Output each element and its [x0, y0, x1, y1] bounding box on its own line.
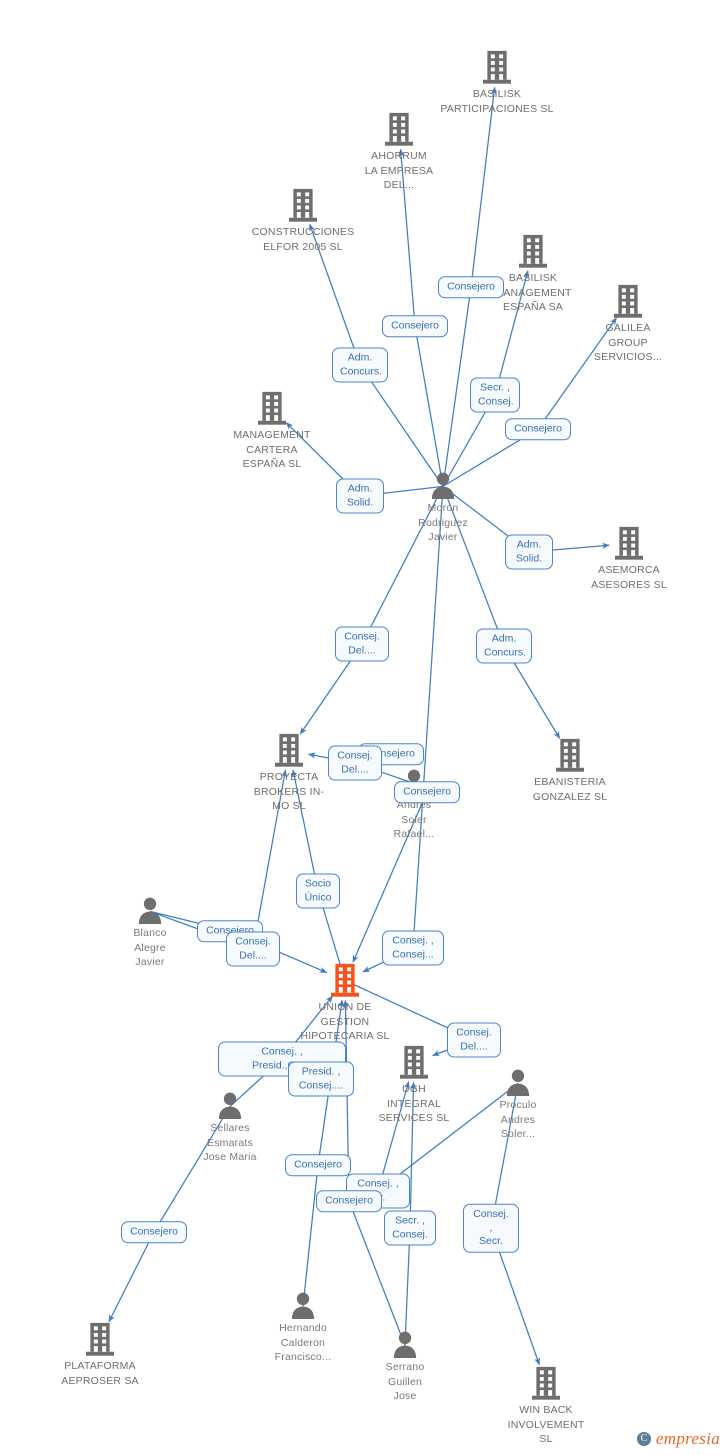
node-label: Proculo Andres Soler... [499, 1099, 537, 1140]
graph-edge [442, 286, 472, 487]
graph-node-galilea[interactable]: GALILEA GROUP SERVICIOS... [568, 284, 688, 365]
building-icon [473, 234, 593, 269]
edge-role-label[interactable]: Adm. Solid. [505, 534, 553, 570]
edge-role-label[interactable]: Adm. Concurs. [476, 628, 532, 664]
edge-role-label[interactable]: Consej. Del.... [226, 931, 280, 967]
edge-role-label[interactable]: Secr. , Consej. [470, 377, 520, 413]
building-icon [285, 963, 405, 998]
empresia-watermark: C empresia [636, 1429, 720, 1449]
edge-role-label[interactable]: Presid. , Consej.... [288, 1061, 354, 1097]
graph-node-basilisk_part[interactable]: BASILISK PARTICIPACIONES SL [437, 50, 557, 116]
edge-role-label[interactable]: Consejero [121, 1221, 187, 1243]
graph-node-mgmt_cartera[interactable]: MANAGEMENT CARTERA ESPAÑA SL [212, 391, 332, 472]
graph-node-plataforma[interactable]: PLATAFORMA AEPROSER SA [40, 1322, 160, 1388]
node-label: Serrano Guillen Jose [385, 1361, 425, 1402]
edge-role-label[interactable]: Consejero [394, 781, 460, 803]
graph-edge [302, 1164, 319, 1307]
node-label: Blanco Alegre Javier [133, 927, 167, 968]
relationship-graph-canvas: BASILISK PARTICIPACIONES SL AHORRUM LA EM… [0, 0, 728, 1455]
graph-node-serrano[interactable]: Serrano Guillen Jose [345, 1330, 465, 1404]
node-label: Moron Rodriguez Javier [418, 502, 468, 543]
edge-role-label[interactable]: Consej. , Secr. [463, 1203, 519, 1253]
copyright-icon: C [636, 1432, 651, 1446]
graph-node-blanco[interactable]: Blanco Alegre Javier [90, 896, 210, 970]
edge-role-label[interactable]: Consej. Del.... [335, 626, 389, 662]
building-icon [437, 50, 557, 85]
person-icon [345, 1330, 465, 1358]
graph-node-construcciones[interactable]: CONSTRUCCIONES ELFOR 2005 SL [243, 188, 363, 254]
node-label: CONSTRUCCIONES ELFOR 2005 SL [251, 226, 355, 253]
person-icon [170, 1091, 290, 1119]
edge-role-label[interactable]: Consej. Del.... [328, 745, 382, 781]
edge-role-label[interactable]: Secr. , Consej. [384, 1210, 436, 1246]
edge-role-label[interactable]: Consej. , Consej... [382, 930, 444, 966]
edge-role-label[interactable]: Adm. Concurs. [332, 347, 388, 383]
person-icon [458, 1068, 578, 1096]
node-label: UNION DE GESTION HIPOTECARIA SL [300, 1001, 390, 1042]
building-icon [510, 738, 630, 773]
edge-role-label[interactable]: Consejero [285, 1154, 351, 1176]
building-icon [486, 1366, 606, 1401]
graph-node-moron[interactable]: Moron Rodriguez Javier [383, 471, 503, 545]
edge-role-label[interactable]: Socio Único [296, 873, 340, 909]
graph-edge [412, 486, 444, 949]
node-label: WIN BACK INVOLVEMENT SL [507, 1404, 585, 1445]
graph-node-asemorca[interactable]: ASEMORCA ASESORES SL [569, 526, 689, 592]
edge-layer [108, 86, 617, 1366]
graph-edge [359, 364, 444, 487]
node-label: PLATAFORMA AEPROSER SA [61, 1360, 139, 1387]
building-icon [339, 112, 459, 147]
person-icon [243, 1291, 363, 1319]
edge-role-label[interactable]: Consejero [505, 418, 571, 440]
building-icon [568, 284, 688, 319]
node-label: EBANISTERIA GONZALEZ SL [532, 776, 608, 803]
node-label: MANAGEMENT CARTERA ESPAÑA SL [233, 429, 311, 470]
node-label: Sellares Esmarats Jose Maria [203, 1122, 257, 1163]
node-label: Andres Soler Rafael... [393, 799, 435, 840]
building-icon [40, 1322, 160, 1357]
building-icon [569, 526, 689, 561]
graph-node-winback[interactable]: WIN BACK INVOLVEMENT SL [486, 1366, 606, 1447]
watermark-text: empresia [655, 1429, 720, 1448]
graph-node-proculo[interactable]: Proculo Andres Soler... [458, 1068, 578, 1142]
person-icon [383, 471, 503, 499]
node-label: GALILEA GROUP SERVICIOS... [593, 322, 663, 363]
graph-node-union[interactable]: UNION DE GESTION HIPOTECARIA SL [285, 963, 405, 1044]
graph-node-ebanisteria[interactable]: EBANISTERIA GONZALEZ SL [510, 738, 630, 804]
node-label: AHORRUM LA EMPRESA DEL... [364, 150, 434, 191]
graph-node-sellares[interactable]: Sellares Esmarats Jose Maria [170, 1091, 290, 1165]
person-icon [90, 896, 210, 924]
node-label: ASEMORCA ASESORES SL [591, 564, 667, 591]
edge-role-label[interactable]: Adm. Solid. [336, 478, 384, 514]
node-label: UGH INTEGRAL SERVICES SL [378, 1083, 450, 1124]
building-icon [243, 188, 363, 223]
graph-node-ahorrum[interactable]: AHORRUM LA EMPRESA DEL... [339, 112, 459, 193]
edge-role-label[interactable]: Consejero [438, 276, 504, 298]
graph-edge [108, 1231, 155, 1323]
building-icon [212, 391, 332, 426]
edge-role-label[interactable]: Consejero [382, 315, 448, 337]
graph-edge [404, 1227, 411, 1346]
edge-role-label[interactable]: Consej. Del.... [447, 1022, 501, 1058]
edge-role-label[interactable]: Consejero [316, 1190, 382, 1212]
graph-edge [414, 325, 444, 487]
